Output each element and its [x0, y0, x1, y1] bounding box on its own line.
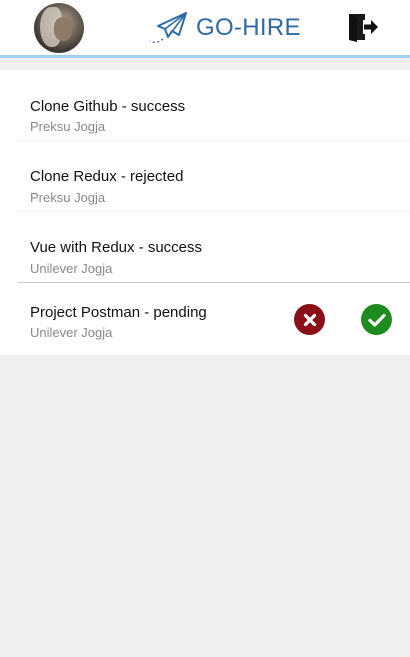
- item-title: Clone Github - success: [30, 98, 186, 115]
- app-logo: GO-HIRE: [148, 10, 301, 46]
- item-company: Unilever Jogja: [30, 325, 113, 340]
- item-company: Preksu Jogja: [30, 190, 106, 205]
- user-avatar[interactable]: [34, 3, 84, 53]
- job-list: Clone Github - success Preksu Jogja Clon…: [0, 70, 410, 355]
- item-company: Unilever Jogja: [30, 261, 113, 276]
- app-header: GO-HIRE: [0, 0, 410, 58]
- brand-name: GO-HIRE: [196, 14, 301, 41]
- item-title: Project Postman - pending: [30, 304, 207, 321]
- item-company: Preksu Jogja: [30, 119, 106, 134]
- avatar-face: [54, 17, 72, 41]
- reject-button[interactable]: [294, 304, 325, 335]
- list-item[interactable]: Clone Redux - rejected Preksu Jogja: [0, 141, 410, 212]
- accept-button[interactable]: [361, 304, 392, 335]
- times-icon: [303, 313, 316, 326]
- logout-button[interactable]: [347, 11, 379, 43]
- paper-plane-icon: [149, 12, 187, 44]
- item-title: Vue with Redux - success: [30, 239, 203, 256]
- list-item[interactable]: Project Postman - pending Unilever Jogja: [0, 283, 410, 355]
- logout-door-icon: [349, 14, 378, 42]
- item-title: Clone Redux - rejected: [30, 168, 184, 185]
- list-item[interactable]: Clone Github - success Preksu Jogja: [0, 70, 410, 141]
- list-item[interactable]: Vue with Redux - success Unilever Jogja: [0, 212, 410, 283]
- check-icon: [367, 313, 386, 327]
